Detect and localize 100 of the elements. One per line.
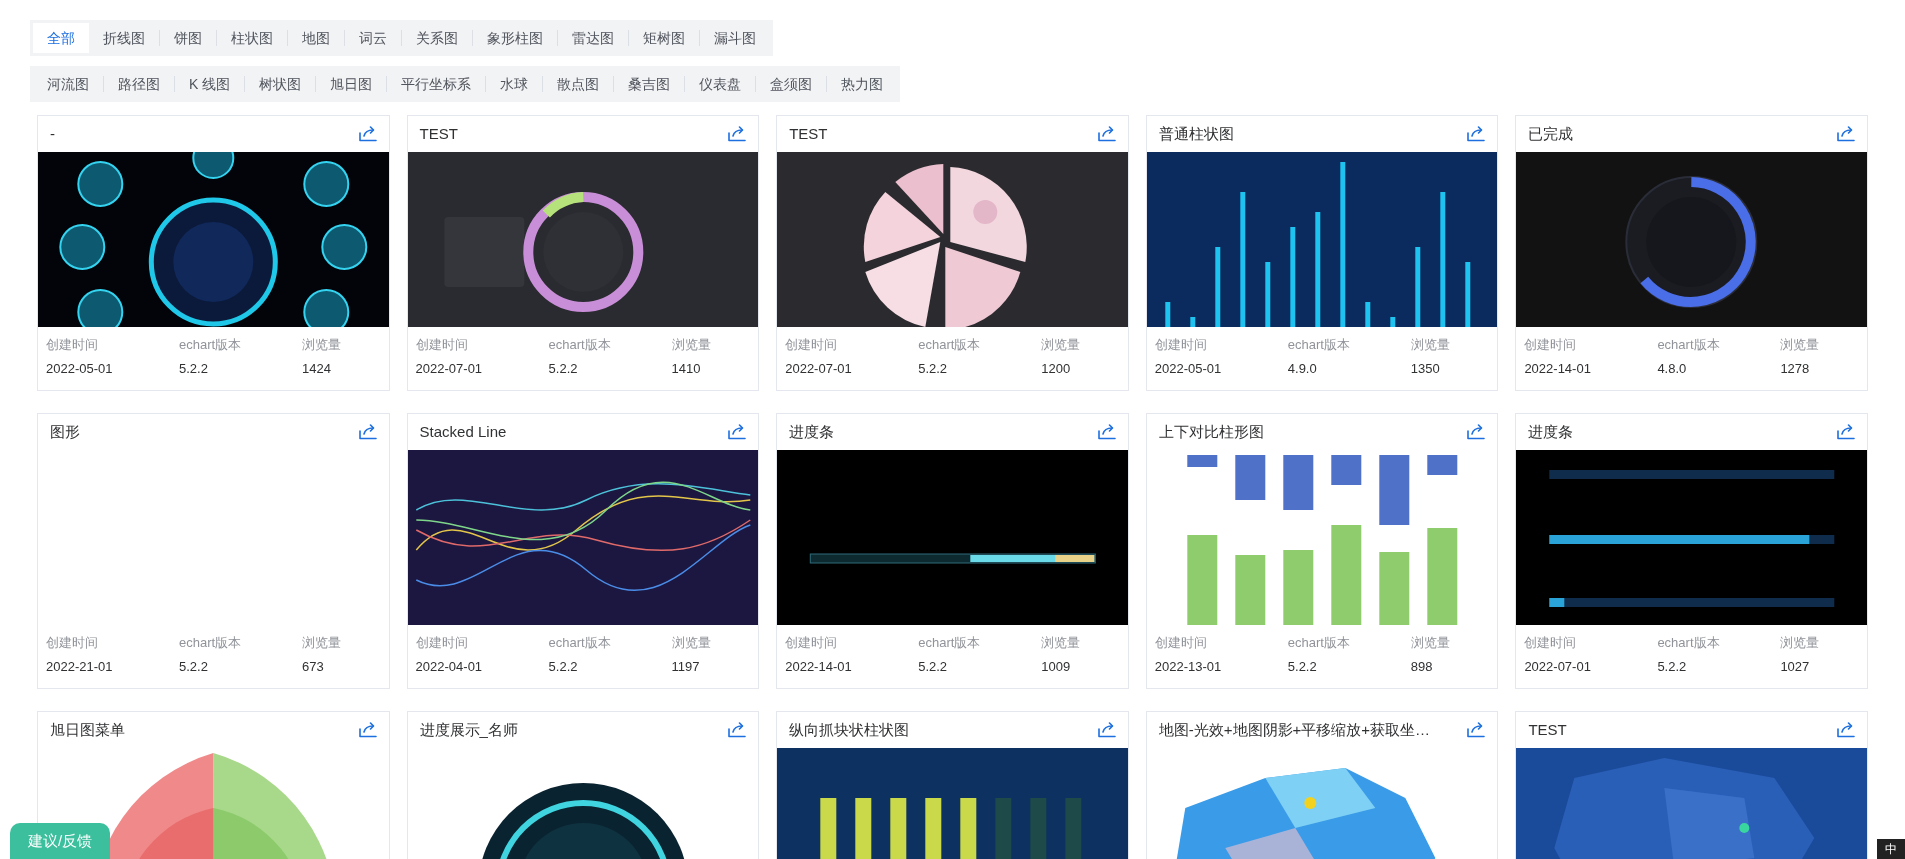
category-tab[interactable]: 桑吉图	[614, 69, 685, 99]
chart-card[interactable]: TEST	[1515, 711, 1868, 859]
share-icon[interactable]	[1097, 424, 1116, 440]
category-tab[interactable]: 树状图	[245, 69, 316, 99]
ime-mode-label: 中	[1885, 841, 1897, 858]
category-tab[interactable]: 热力图	[827, 69, 898, 99]
meta-label: 创建时间	[46, 634, 99, 652]
meta-value: 1410	[671, 359, 702, 378]
chart-card[interactable]: - 创建时间 echart版本 浏览量 2022-05-01 5.2.2 1424	[37, 115, 390, 391]
meta-value: 4.8.0	[1657, 359, 1688, 378]
meta-value: 2022-07-01	[1524, 657, 1592, 676]
meta-value: 898	[1410, 657, 1434, 676]
category-tab[interactable]: 平行坐标系	[387, 69, 486, 99]
meta-value: 5.2.2	[1657, 657, 1688, 676]
card-title: TEST	[789, 123, 828, 144]
category-tab[interactable]: 雷达图	[558, 23, 628, 53]
meta-label: echart版本	[918, 336, 982, 354]
meta-label: echart版本	[179, 634, 243, 652]
card-title: Stacked Line	[419, 421, 507, 442]
meta-label: 浏览量	[671, 336, 712, 354]
category-tab[interactable]: 矩树图	[629, 23, 699, 53]
meta-label: echart版本	[918, 634, 982, 652]
chart-card[interactable]: TEST 创建时间 echart版本 浏览量 2022-07-01 5.2.2 1200	[776, 115, 1129, 391]
chart-card[interactable]: 地图-光效+地图阴影+平移缩放+获取坐…	[1145, 711, 1499, 859]
chart-card[interactable]: TEST 创建时间 echart版本 浏览量 2022-07-01 5.2.2 1410	[406, 115, 760, 391]
category-tab[interactable]: 词云	[345, 23, 401, 53]
category-tab[interactable]: 漏斗图	[700, 23, 770, 53]
meta-value: 1009	[1041, 657, 1072, 676]
meta-label: 创建时间	[1154, 634, 1208, 652]
meta-value: 1200	[1041, 359, 1072, 378]
card-title: 进度展示_名师	[419, 719, 518, 740]
chart-card[interactable]: 图形 创建时间 echart版本 浏览量 2022-21-01 5.2.2 673	[37, 413, 390, 689]
meta-value: 4.9.0	[1287, 359, 1318, 378]
meta-label: 创建时间	[785, 336, 839, 354]
category-tab[interactable]: 仪表盘	[685, 69, 756, 99]
share-icon[interactable]	[1837, 126, 1855, 142]
card-title: 上下对比柱形图	[1158, 421, 1264, 442]
category-tab[interactable]: 路径图	[104, 69, 174, 99]
category-tab[interactable]: 全部	[33, 23, 89, 53]
share-icon[interactable]	[1097, 126, 1116, 142]
category-tab[interactable]: 关系图	[402, 23, 472, 53]
chart-card[interactable]: 普通柱状图 创建时间 echart版本 浏览量 2022-05-01 4.9.0 1350	[1145, 115, 1499, 391]
meta-value: 2022-04-01	[415, 657, 484, 676]
share-icon[interactable]	[728, 126, 747, 142]
share-icon[interactable]	[1467, 722, 1486, 738]
meta-label: echart版本	[548, 634, 612, 652]
share-icon[interactable]	[728, 424, 747, 440]
meta-label: 创建时间	[1524, 336, 1578, 354]
chart-card[interactable]: 纵向抓块状柱状图	[776, 711, 1129, 859]
category-tab[interactable]: 河流图	[33, 69, 103, 99]
share-icon[interactable]	[728, 722, 747, 738]
meta-value: 2022-21-01	[46, 657, 114, 676]
share-icon[interactable]	[1467, 126, 1486, 142]
meta-value: 5.2.2	[548, 359, 579, 378]
meta-value: 5.2.2	[1287, 657, 1318, 676]
card-title: 图形	[50, 421, 80, 442]
meta-value: 2022-14-01	[1524, 359, 1592, 378]
share-icon[interactable]	[1097, 722, 1116, 738]
meta-label: echart版本	[1657, 336, 1721, 354]
category-tab[interactable]: 旭日图	[316, 69, 387, 99]
meta-label: 创建时间	[415, 336, 469, 354]
category-tab[interactable]: K 线图	[175, 69, 245, 99]
category-tab[interactable]: 水球	[486, 69, 543, 99]
meta-label: echart版本	[548, 336, 612, 354]
category-tab[interactable]: 柱状图	[217, 23, 287, 53]
category-tab[interactable]: 饼图	[160, 23, 216, 53]
meta-value: 2022-07-01	[415, 359, 484, 378]
share-icon[interactable]	[1837, 424, 1855, 440]
meta-label: 浏览量	[1041, 336, 1082, 354]
card-title: 已完成	[1528, 123, 1574, 144]
share-icon[interactable]	[1837, 722, 1855, 738]
meta-value: 5.2.2	[179, 657, 209, 676]
chart-card[interactable]: 上下对比柱形图 创建时间 echart版本 浏览量 2022-13-01 5.2.2 898	[1145, 413, 1499, 689]
meta-value: 1350	[1410, 359, 1441, 378]
meta-label: 浏览量	[1410, 336, 1451, 354]
chart-card[interactable]: 进度条 创建时间 echart版本 浏览量 2022-14-01 5.2.2 1009	[776, 413, 1129, 689]
ime-toolbar[interactable]: 中	[1877, 839, 1905, 859]
meta-value: 2022-05-01	[46, 359, 114, 378]
meta-label: 创建时间	[1524, 634, 1578, 652]
card-title: 地图-光效+地图阴影+平移缩放+获取坐…	[1158, 719, 1431, 740]
category-tab[interactable]: 折线图	[89, 23, 159, 53]
chart-card[interactable]: Stacked Line 创建时间 echart版本 浏览量 2022-04-01 5.2.2 1197	[406, 413, 760, 689]
meta-label: 创建时间	[1154, 336, 1208, 354]
share-icon[interactable]	[358, 424, 377, 440]
category-tab[interactable]: 地图	[288, 23, 344, 53]
chart-card[interactable]: 已完成 创建时间 echart版本 浏览量 2022-14-01 4.8.0 1278	[1515, 115, 1868, 391]
category-tab[interactable]: 象形柱图	[473, 23, 557, 53]
meta-label: 创建时间	[46, 336, 99, 354]
meta-value: 2022-05-01	[1154, 359, 1223, 378]
share-icon[interactable]	[358, 126, 377, 142]
card-title: 纵向抓块状柱状图	[789, 719, 910, 740]
meta-value: 2022-14-01	[785, 657, 853, 676]
meta-label: 浏览量	[671, 634, 712, 652]
share-icon[interactable]	[358, 722, 377, 738]
meta-value: 5.2.2	[548, 657, 579, 676]
chart-card[interactable]: 进度条 创建时间 echart版本 浏览量 2022-07-01 5.2.2 1027	[1515, 413, 1868, 689]
share-icon[interactable]	[1467, 424, 1486, 440]
category-tab[interactable]: 盒须图	[756, 69, 827, 99]
category-tab[interactable]: 散点图	[543, 69, 614, 99]
chart-card[interactable]: 进度展示_名师	[406, 711, 760, 859]
